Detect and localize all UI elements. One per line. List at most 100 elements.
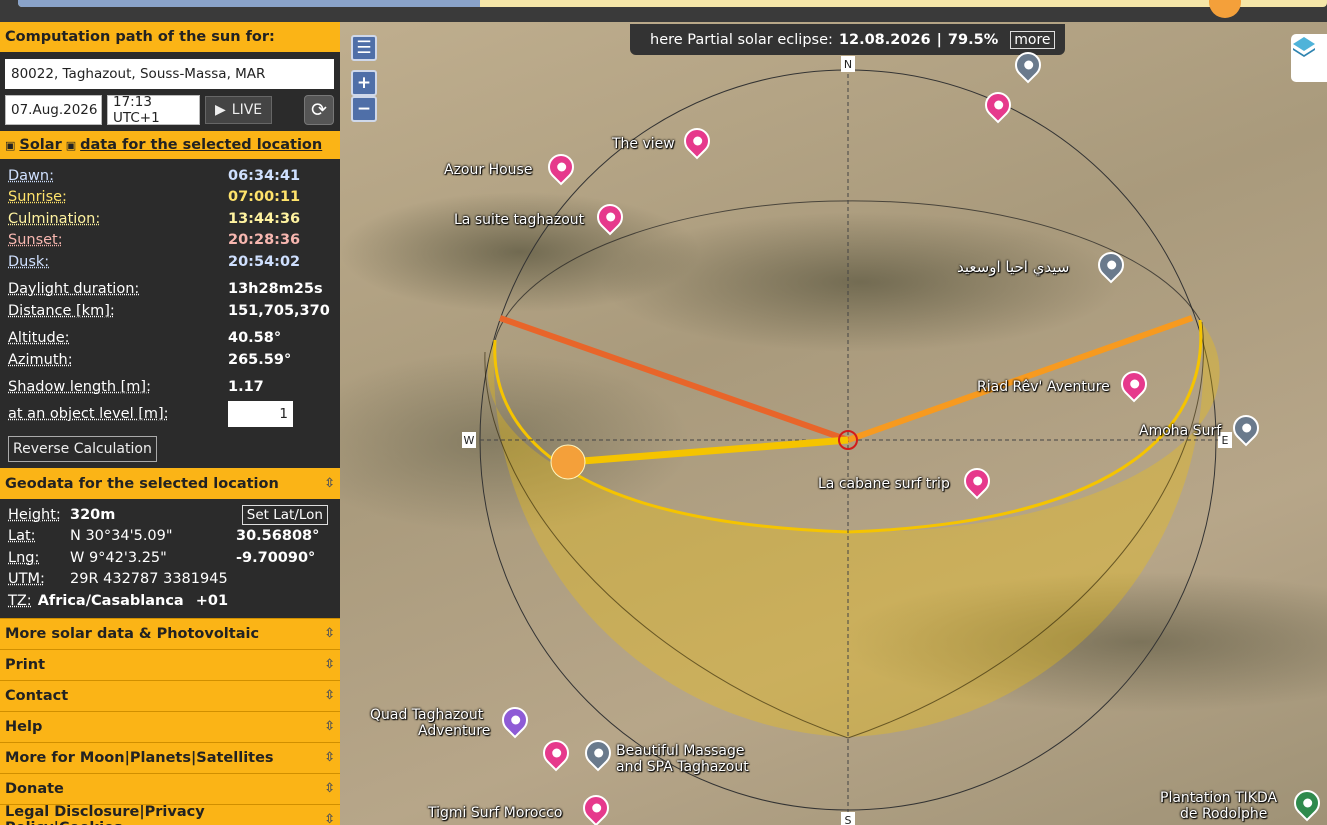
dusk-row: Dusk: 20:54:02 [0, 251, 340, 273]
poi-quad-line1[interactable]: Quad Taghazout [370, 707, 483, 723]
altitude-row: Altitude: 40.58° [0, 328, 340, 350]
poi-azour-house[interactable]: Azour House [444, 162, 532, 178]
current-sun-line [569, 436, 849, 466]
poi-la-suite[interactable]: La suite taghazout [454, 212, 584, 228]
toggle-icon: ▣ [65, 138, 77, 152]
lat-decimal: 30.56808° [236, 528, 320, 545]
collapse-icon: ⇳ [324, 476, 335, 491]
poi-sidi[interactable]: سيدي احيا اوسعيد [957, 259, 1069, 275]
compass-w-label: W [463, 433, 475, 447]
live-label: LIVE [231, 102, 263, 118]
menu-button[interactable]: ☰ [351, 35, 377, 61]
altitude-label: Altitude: [8, 330, 70, 347]
daylight-row: Daylight duration: 13h28m25s [0, 279, 340, 301]
dawn-row: Dawn: 06:34:41 [0, 165, 340, 187]
computation-header-label: Computation path of the sun for: [5, 29, 275, 45]
object-level-label: at an object level [m]: [8, 406, 169, 422]
location-input[interactable] [5, 59, 334, 89]
expand-icon: ⇳ [324, 688, 335, 703]
height-label: Height: [8, 506, 61, 523]
accordion-print[interactable]: Print ⇳ [0, 648, 340, 680]
solar-data-header[interactable]: ▣ Solar ▣ data for the selected location [0, 131, 340, 159]
play-icon: ▶ [215, 102, 226, 118]
dusk-value: 20:54:02 [228, 253, 301, 270]
accordion-moon-planets[interactable]: More for Moon|Planets|Satellites ⇳ [0, 741, 340, 773]
poi-plantation-line2[interactable]: de Rodolphe [1180, 806, 1267, 822]
refresh-button[interactable]: ⟳ [304, 95, 334, 125]
azimuth-label: Azimuth: [8, 351, 73, 368]
distance-label: Distance [km]: [8, 302, 115, 319]
poi-riad[interactable]: Riad Rêv' Aventure [977, 379, 1110, 395]
minus-icon: − [356, 99, 372, 119]
distance-value: 151,705,370 [228, 302, 330, 319]
expand-icon: ⇳ [324, 657, 335, 672]
accordion-more-solar[interactable]: More solar data & Photovoltaic ⇳ [0, 617, 340, 649]
dusk-label: Dusk: [8, 253, 50, 270]
reverse-calculation-label: Reverse Calculation [13, 441, 152, 457]
dawn-value: 06:34:41 [228, 167, 301, 184]
lat-dms: N 30°34'5.09" [70, 528, 173, 545]
geodata-header-label: Geodata for the selected location [5, 475, 279, 492]
sunrise-row: Sunrise: 07:00:11 [0, 187, 340, 209]
accordion-help[interactable]: Help ⇳ [0, 710, 340, 742]
toggle-icon: ▣ [5, 138, 16, 152]
object-level-input[interactable] [228, 401, 293, 427]
geodata-header[interactable]: Geodata for the selected location ⇳ [0, 468, 340, 499]
tz-value: Africa/Casablanca [37, 592, 184, 609]
poi-quad-line2[interactable]: Adventure [418, 723, 490, 739]
accordion-donate[interactable]: Donate ⇳ [0, 772, 340, 804]
accordion-label: Legal Disclosure|Privacy Policy|Cookies [5, 803, 205, 825]
compass-north: N [841, 56, 855, 72]
plus-icon: + [356, 73, 372, 93]
poi-tigmi[interactable]: Tigmi Surf Morocco [428, 805, 562, 821]
expand-icon: ⇳ [324, 781, 335, 796]
solar-data: Dawn: 06:34:41 Sunrise: 07:00:11 Culminati… [0, 159, 340, 462]
zoom-in-button[interactable]: + [351, 70, 377, 96]
eclipse-prefix: here Partial solar eclipse: [650, 31, 833, 48]
utm-row: UTM: 29R 432787 3381945 [0, 569, 340, 591]
refresh-icon: ⟳ [311, 99, 327, 121]
eclipse-more-button[interactable]: more [1010, 30, 1055, 49]
sunset-row: Sunset: 20:28:36 [0, 230, 340, 252]
eclipse-separator: | [936, 31, 942, 48]
sidebar: Computation path of the sun for: 07.Aug.… [0, 22, 340, 825]
poi-massage-line2[interactable]: and SPA Taghazout [616, 759, 749, 775]
layers-icon [1293, 37, 1315, 57]
date-field[interactable]: 07.Aug.2026 [5, 95, 102, 125]
expand-icon: ⇳ [324, 750, 335, 765]
height-value: 320m [70, 506, 116, 523]
poi-plantation-line1[interactable]: Plantation TIKDA [1160, 790, 1277, 806]
compass-s-label: S [844, 813, 852, 825]
accordion-label: Contact [5, 687, 69, 704]
accordion-contact[interactable]: Contact ⇳ [0, 679, 340, 711]
map[interactable]: here Partial solar eclipse: 12.08.2026 |… [340, 22, 1327, 825]
lat-row: Lat: N 30°34'5.09" 30.56808° [0, 526, 340, 548]
timeline-slider[interactable] [0, 0, 1327, 22]
utm-label: UTM: [8, 571, 45, 588]
sunrise-label: Sunrise: [8, 189, 67, 206]
daylight-value: 13h28m25s [228, 281, 323, 298]
altitude-value: 40.58° [228, 330, 282, 347]
poi-massage-line1[interactable]: Beautiful Massage [616, 743, 745, 759]
azimuth-row: Azimuth: 265.59° [0, 349, 340, 371]
lat-label: Lat: [8, 528, 36, 545]
shadow-row: Shadow length [m]: 1.17 [0, 377, 340, 399]
accordion-label: Print [5, 656, 46, 673]
date-value: 07.Aug.2026 [11, 102, 98, 118]
zoom-out-button[interactable]: − [351, 96, 377, 122]
height-row: Height: 320m Set Lat/Lon [0, 504, 340, 526]
poi-amoha[interactable]: Amoha Surf [1139, 423, 1221, 439]
poi-cabane[interactable]: La cabane surf trip [818, 476, 950, 492]
accordion-label: More for Moon|Planets|Satellites [5, 749, 274, 766]
time-field[interactable]: 17:13 UTC+1 [107, 94, 200, 126]
solar-header-word2: data for the selected location [80, 137, 323, 153]
layers-button[interactable] [1291, 34, 1327, 82]
live-button[interactable]: ▶ LIVE [205, 96, 273, 124]
daylight-label: Daylight duration: [8, 281, 140, 298]
set-lat-lon-button[interactable]: Set Lat/Lon [241, 504, 328, 525]
poi-the-view[interactable]: The view [612, 136, 675, 152]
lng-label: Lng: [8, 549, 40, 566]
timeline-handle[interactable] [1209, 0, 1241, 18]
reverse-calculation-button[interactable]: Reverse Calculation [8, 436, 157, 462]
accordion-legal[interactable]: Legal Disclosure|Privacy Policy|Cookies ⇳ [0, 803, 340, 825]
